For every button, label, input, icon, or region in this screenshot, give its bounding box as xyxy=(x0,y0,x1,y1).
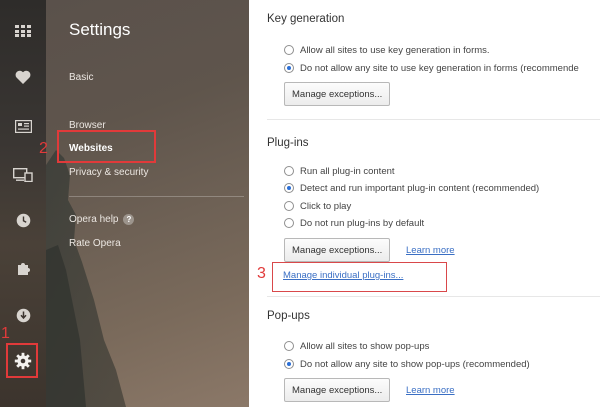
popups-block-option[interactable]: Do not allow any site to show pop-ups (r… xyxy=(284,357,530,371)
option-label: Detect and run important plug-in content… xyxy=(300,182,540,194)
option-label: Run all plug-in content xyxy=(300,165,395,177)
radio-button-selected[interactable] xyxy=(284,63,294,73)
radio-button[interactable] xyxy=(284,201,294,211)
popups-heading: Pop-ups xyxy=(267,310,310,322)
plugins-heading: Plug-ins xyxy=(267,137,309,149)
option-label: Do not run plug-ins by default xyxy=(300,217,425,229)
annotation-box-settings xyxy=(6,343,38,378)
extensions-icon[interactable] xyxy=(0,251,46,285)
sidebar-divider xyxy=(69,196,244,197)
annotation-number-3: 3 xyxy=(257,265,266,282)
radio-button[interactable] xyxy=(284,45,294,55)
keygen-allow-option[interactable]: Allow all sites to use key generation in… xyxy=(284,43,490,57)
help-question-icon: ? xyxy=(123,214,135,225)
plugins-detect-option[interactable]: Detect and run important plug-in content… xyxy=(284,181,539,195)
tabs-sync-icon[interactable] xyxy=(0,158,46,192)
annotation-number-1: 1 xyxy=(1,325,10,342)
section-divider xyxy=(267,296,600,297)
popups-allow-option[interactable]: Allow all sites to show pop-ups xyxy=(284,339,429,353)
option-label: Allow all sites to use key generation in… xyxy=(300,44,490,56)
news-icon[interactable] xyxy=(0,109,46,143)
option-label: Click to play xyxy=(300,200,352,212)
background-cliff-image xyxy=(46,150,126,407)
keygen-manage-exceptions-button[interactable]: Manage exceptions... xyxy=(284,82,391,106)
option-label: Do not allow any site to show pop-ups (r… xyxy=(300,358,530,370)
radio-button[interactable] xyxy=(284,341,294,351)
nav-rate-opera[interactable]: Rate Opera xyxy=(69,238,121,249)
settings-content: Key generation Allow all sites to use ke… xyxy=(249,0,600,407)
opera-help-label: Opera help xyxy=(69,214,119,226)
plugins-do-not-run-option[interactable]: Do not run plug-ins by default xyxy=(284,216,424,230)
radio-button-selected[interactable] xyxy=(284,359,294,369)
heart-icon[interactable] xyxy=(0,60,46,94)
plugins-click-to-play-option[interactable]: Click to play xyxy=(284,199,351,213)
annotation-box-individual-plugins xyxy=(272,262,447,292)
radio-button[interactable] xyxy=(284,166,294,176)
radio-button-selected[interactable] xyxy=(284,183,294,193)
annotation-number-2: 2 xyxy=(39,140,48,157)
option-label: Allow all sites to show pop-ups xyxy=(300,340,430,352)
annotation-box-websites xyxy=(57,130,156,163)
speed-dial-icon[interactable] xyxy=(0,14,46,48)
history-icon[interactable] xyxy=(0,203,46,237)
plugins-manage-exceptions-button[interactable]: Manage exceptions... xyxy=(284,238,391,262)
popups-manage-exceptions-button[interactable]: Manage exceptions... xyxy=(284,378,391,402)
section-divider xyxy=(267,119,600,120)
plugins-run-all-option[interactable]: Run all plug-in content xyxy=(284,164,395,178)
popups-learn-more-link[interactable]: Learn more xyxy=(406,385,455,396)
settings-title: Settings xyxy=(69,20,131,39)
nav-opera-help[interactable]: Opera help? xyxy=(69,214,135,226)
option-label: Do not allow any site to use key generat… xyxy=(300,62,579,74)
key-generation-heading: Key generation xyxy=(267,13,345,25)
radio-button[interactable] xyxy=(284,218,294,228)
plugins-learn-more-link[interactable]: Learn more xyxy=(406,245,455,256)
nav-basic[interactable]: Basic xyxy=(69,72,93,83)
nav-privacy-security[interactable]: Privacy & security xyxy=(69,167,148,178)
keygen-block-option[interactable]: Do not allow any site to use key generat… xyxy=(284,61,579,75)
settings-sidebar: Settings Basic Browser Websites Privacy … xyxy=(46,0,249,407)
